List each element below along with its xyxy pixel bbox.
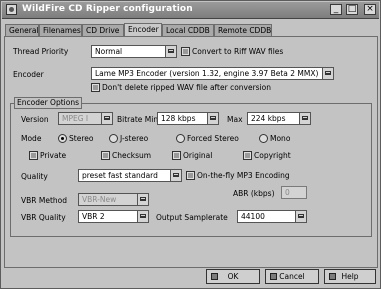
- output-samplerate-label: Output Samplerate: [156, 213, 228, 222]
- vbr-method-label: VBR Method: [21, 196, 67, 205]
- mode-jstereo-radio[interactable]: [109, 134, 118, 143]
- mode-mono-label: Mono: [270, 134, 291, 143]
- chevron-down-icon: [322, 68, 333, 79]
- checksum-checkbox[interactable]: [101, 151, 110, 160]
- bitrate-min-label: Bitrate Min: [117, 115, 159, 124]
- chevron-down-icon: [207, 113, 218, 124]
- tab-filenames[interactable]: Filenames: [39, 24, 82, 36]
- copyright-label: Copyright: [254, 151, 291, 160]
- private-label: Private: [40, 151, 67, 160]
- convert-riff-checkbox[interactable]: [181, 47, 190, 56]
- bitrate-max-select[interactable]: 224 kbps: [247, 112, 311, 125]
- output-samplerate-select[interactable]: 44100: [237, 210, 307, 223]
- help-label: Help: [341, 272, 359, 281]
- cancel-button[interactable]: Cancel: [265, 269, 319, 284]
- encoder-select[interactable]: Lame MP3 Encoder (version 1.32, engine 3…: [91, 67, 334, 80]
- chevron-down-icon: [299, 113, 310, 124]
- bitrate-max-value: 224 kbps: [251, 114, 286, 123]
- vbr-quality-value: VBR 2: [82, 212, 105, 221]
- vbr-method-select[interactable]: VBR-New: [78, 193, 149, 206]
- maximize-button[interactable]: □: [346, 4, 358, 15]
- cancel-icon: [270, 273, 277, 280]
- config-window: WildFire CD Ripper configuration _ □ × G…: [0, 0, 381, 289]
- help-icon: [329, 273, 336, 280]
- version-select[interactable]: MPEG I: [58, 112, 113, 125]
- copyright-checkbox[interactable]: [243, 151, 252, 160]
- chevron-down-icon: [165, 46, 176, 57]
- mode-mono-radio[interactable]: [259, 134, 268, 143]
- mode-forced-stereo-label: Forced Stereo: [187, 134, 239, 143]
- ok-button[interactable]: OK: [206, 269, 260, 284]
- cancel-label: Cancel: [279, 272, 305, 281]
- tab-remote-cddb[interactable]: Remote CDDB: [214, 24, 272, 36]
- max-label: Max: [227, 115, 243, 124]
- mode-jstereo-label: J-stereo: [120, 134, 149, 143]
- version-label: Version: [21, 115, 49, 124]
- vbr-quality-label: VBR Quality: [21, 213, 66, 222]
- original-checkbox[interactable]: [172, 151, 181, 160]
- window-title: WildFire CD Ripper configuration: [22, 4, 193, 14]
- vbr-method-value: VBR-New: [82, 195, 117, 204]
- tab-local-cddb[interactable]: Local CDDB: [162, 24, 214, 36]
- close-button[interactable]: ×: [364, 4, 376, 15]
- check-icon: [211, 273, 218, 280]
- thread-priority-label: Thread Priority: [13, 47, 69, 56]
- chevron-down-icon: [170, 170, 181, 181]
- tab-cd-drive[interactable]: CD Drive: [82, 24, 124, 36]
- abr-input[interactable]: 0: [281, 186, 307, 199]
- version-value: MPEG I: [62, 114, 89, 123]
- private-checkbox[interactable]: [29, 151, 38, 160]
- quality-value: preset fast standard: [82, 171, 158, 180]
- mode-stereo-radio[interactable]: [58, 134, 67, 143]
- encoder-label: Encoder: [13, 70, 44, 79]
- chevron-down-icon: [137, 211, 148, 222]
- mode-label: Mode: [21, 134, 42, 143]
- onthefly-label: On-the-fly MP3 Encoding: [197, 171, 290, 180]
- mode-stereo-label: Stereo: [69, 134, 94, 143]
- chevron-down-icon: [295, 211, 306, 222]
- checksum-label: Checksum: [112, 151, 152, 160]
- encoder-options-title: Encoder Options: [14, 97, 82, 109]
- original-label: Original: [183, 151, 213, 160]
- chevron-down-icon: [101, 113, 112, 124]
- ok-label: OK: [227, 272, 239, 281]
- minimize-button[interactable]: _: [330, 4, 342, 15]
- thread-priority-value: Normal: [95, 47, 123, 56]
- chevron-down-icon: [137, 194, 148, 205]
- onthefly-checkbox[interactable]: [186, 171, 195, 180]
- tab-encoder[interactable]: Encoder: [124, 23, 162, 37]
- thread-priority-select[interactable]: Normal: [91, 45, 177, 58]
- abr-label: ABR (kbps): [233, 189, 275, 198]
- mode-forced-stereo-radio[interactable]: [176, 134, 185, 143]
- bitrate-min-select[interactable]: 128 kbps: [157, 112, 219, 125]
- output-samplerate-value: 44100: [241, 212, 265, 221]
- bitrate-min-value: 128 kbps: [161, 114, 196, 123]
- title-bar: WildFire CD Ripper configuration _ □ ×: [2, 2, 379, 19]
- convert-riff-label: Convert to Riff WAV files: [192, 47, 284, 56]
- tab-general[interactable]: General: [5, 24, 39, 36]
- quality-select[interactable]: preset fast standard: [78, 169, 182, 182]
- help-button[interactable]: Help: [324, 269, 376, 284]
- encoder-value: Lame MP3 Encoder (version 1.32, engine 3…: [95, 69, 319, 78]
- app-icon: [6, 4, 17, 15]
- vbr-quality-select[interactable]: VBR 2: [78, 210, 149, 223]
- dont-delete-label: Don't delete ripped WAV file after conve…: [102, 83, 272, 92]
- dont-delete-checkbox[interactable]: [91, 83, 100, 92]
- quality-label: Quality: [21, 172, 48, 181]
